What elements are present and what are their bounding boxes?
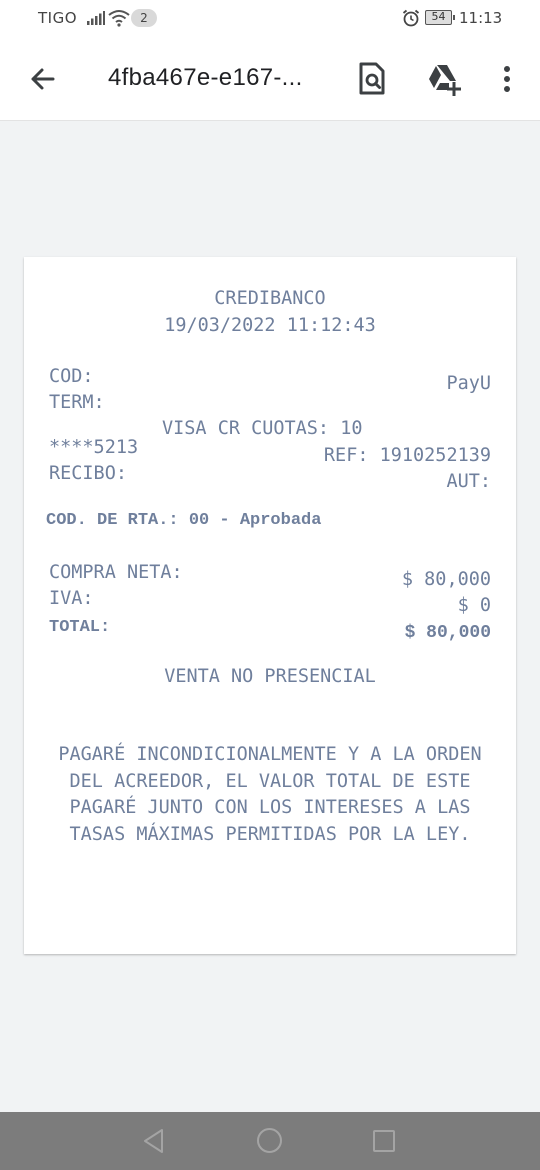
term-label: TERM: [49, 392, 105, 413]
aut-label: AUT: [446, 471, 491, 492]
battery-icon: 54 [425, 10, 455, 25]
cod-label: COD: [49, 366, 94, 387]
nav-back-icon[interactable] [142, 1128, 166, 1158]
nav-home-icon[interactable] [257, 1128, 282, 1153]
clock-time: 11:13 [459, 9, 503, 27]
merchant-name: PayU [446, 373, 491, 394]
iva-label: IVA: [49, 588, 94, 609]
carrier-label: TIGO [38, 9, 78, 27]
iva-value: $ 0 [457, 595, 491, 616]
arrow-back-icon[interactable] [26, 62, 60, 96]
more-vert-icon[interactable] [495, 62, 519, 96]
wifi-icon [108, 9, 130, 31]
alarm-icon [402, 9, 420, 31]
disclaimer-text: PAGARÉ INCONDICIONALMENTE Y A LA ORDEN D… [58, 744, 482, 845]
total-value: $ 80,000 [404, 623, 491, 643]
find-in-page-icon[interactable] [356, 60, 388, 98]
notification-count-badge: 2 [131, 9, 157, 27]
document-title: 4fba467e-e167-... [108, 64, 303, 91]
receipt-page: CREDIBANCO 19/03/2022 11:12:43 COD: PayU… [24, 257, 516, 954]
card-type: VISA CR CUOTAS: 10 [162, 418, 363, 439]
app-bar: 4fba467e-e167-... [0, 38, 540, 121]
compra-label: COMPRA NETA: [49, 562, 183, 583]
reference-number: REF: 1910252139 [323, 445, 491, 466]
total-label: TOTAL: [49, 618, 111, 637]
card-number: ****5213 [49, 437, 139, 458]
bank-name: CREDIBANCO [214, 288, 326, 309]
compra-value: $ 80,000 [401, 569, 491, 590]
signal-icon [87, 11, 105, 29]
response-code: COD. DE RTA.: 00 - Aprobada [46, 511, 322, 530]
nav-recents-icon[interactable] [373, 1130, 395, 1152]
transaction-datetime: 19/03/2022 11:12:43 [164, 315, 376, 336]
status-bar: TIGO 2 54 11:13 [0, 0, 540, 38]
navigation-bar [0, 1112, 540, 1170]
sale-type: VENTA NO PRESENCIAL [164, 666, 376, 687]
add-to-drive-icon[interactable] [425, 60, 463, 98]
recibo-label: RECIBO: [49, 463, 127, 484]
